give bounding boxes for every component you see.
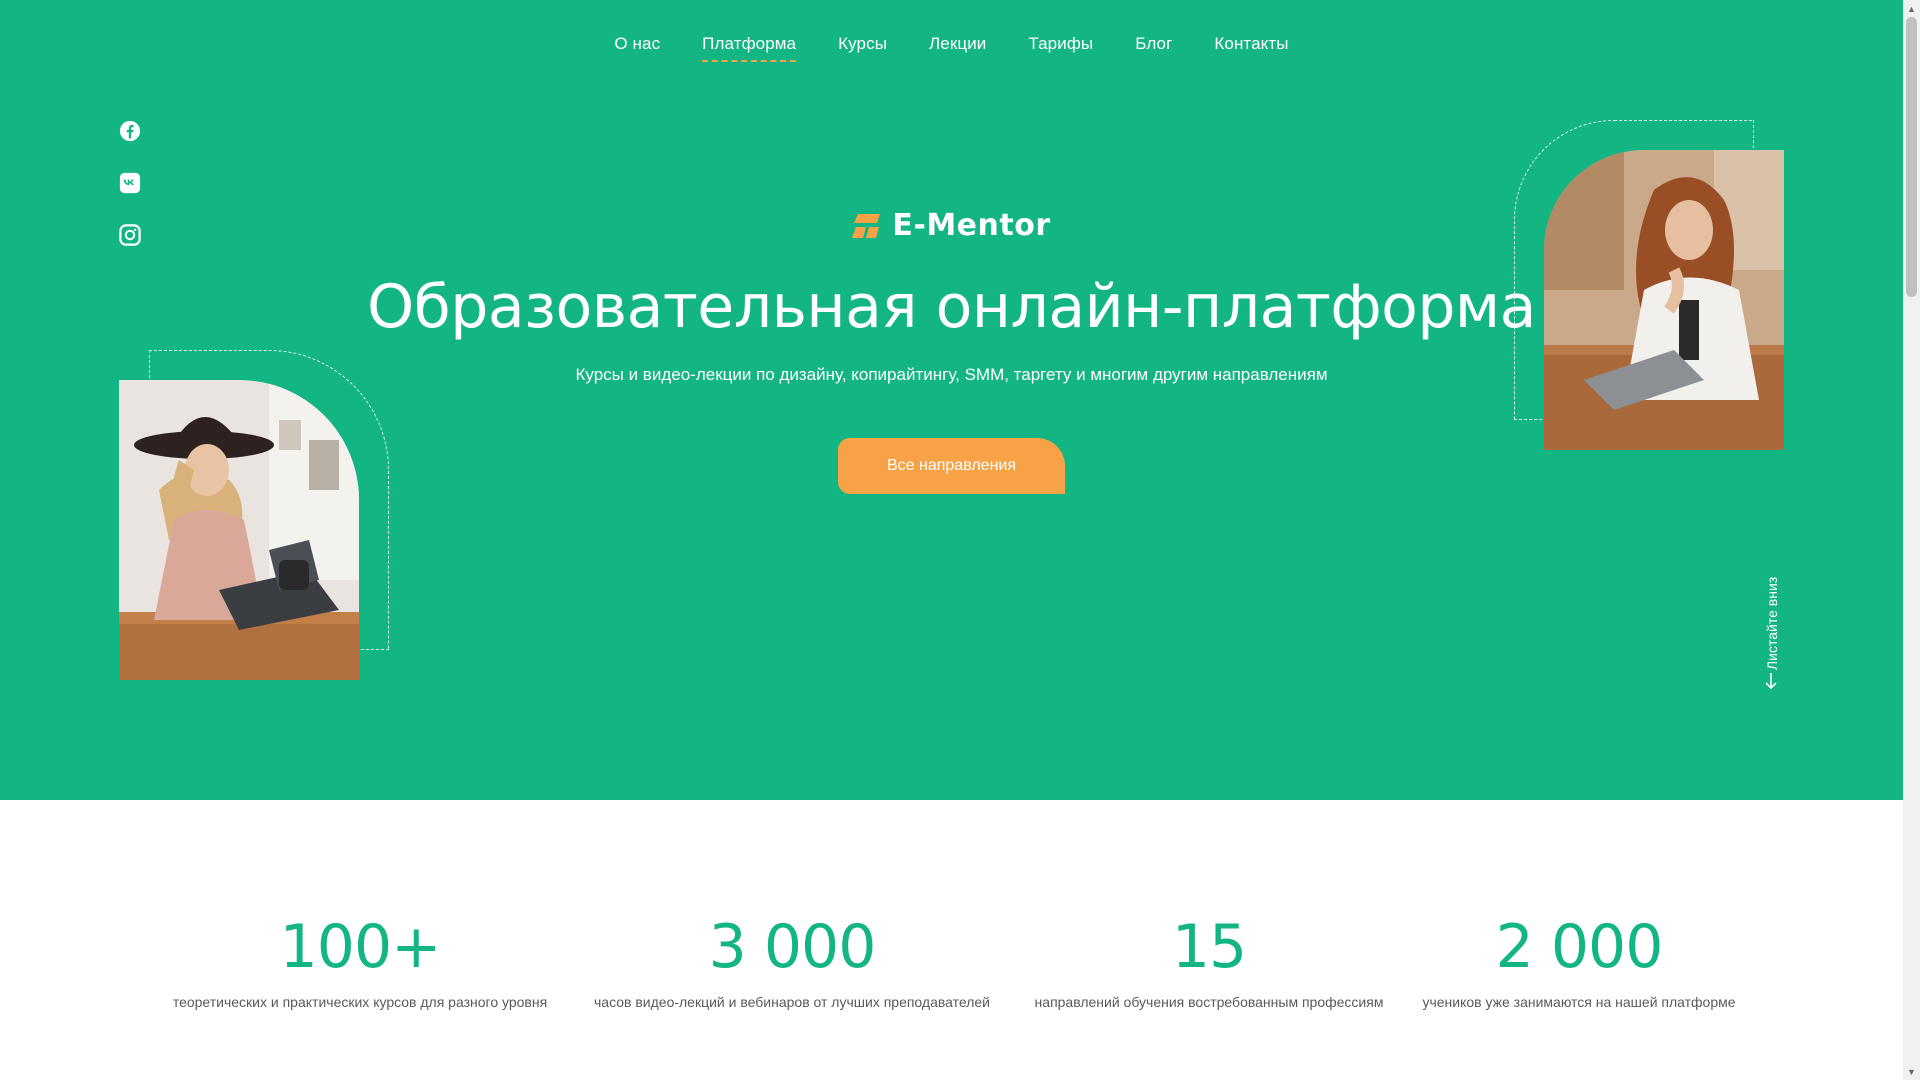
scrollbar-thumb[interactable] — [1906, 17, 1917, 297]
nav-item-contacts[interactable]: Контакты — [1214, 34, 1288, 60]
student-photo-right — [1544, 150, 1784, 450]
stat-item: 2 000 учеников уже занимаются на нашей п… — [1418, 910, 1740, 1010]
hero-section: О нас Платформа Курсы Лекции Тарифы Блог… — [0, 0, 1903, 800]
stat-item: 3 000 часов видео-лекций и вебинаров от … — [586, 910, 998, 1010]
page-scrollbar[interactable]: ▲ ▼ — [1903, 0, 1920, 1080]
stat-item: 15 направлений обучения востребованным п… — [1026, 910, 1392, 1010]
stat-label: учеников уже занимаются на нашей платфор… — [1422, 994, 1736, 1010]
stat-value: 100+ — [279, 912, 442, 982]
scroll-up-icon[interactable]: ▲ — [1903, 0, 1920, 17]
nav-item-lectures[interactable]: Лекции — [929, 34, 986, 60]
stats-section: 100+ теоретических и практических курсов… — [0, 910, 1903, 1020]
stat-label: теоретических и практических курсов для … — [172, 994, 548, 1010]
scroll-down-hint[interactable]: Листайте вниз — [1762, 568, 1786, 692]
stat-value: 2 000 — [1495, 912, 1664, 982]
stat-value: 3 000 — [708, 912, 877, 982]
vk-icon[interactable] — [118, 171, 142, 195]
stat-item: 100+ теоретических и практических курсов… — [160, 910, 560, 1010]
nav-item-platform[interactable]: Платформа — [702, 34, 797, 62]
arrow-down-icon — [1764, 672, 1780, 692]
stat-label: часов видео-лекций и вебинаров от лучших… — [594, 994, 990, 1010]
stat-label: направлений обучения востребованным проф… — [1034, 994, 1384, 1010]
nav-item-about[interactable]: О нас — [614, 34, 660, 60]
stat-value: 15 — [1171, 912, 1247, 982]
nav-item-pricing[interactable]: Тарифы — [1028, 34, 1093, 60]
scroll-down-icon[interactable]: ▼ — [1903, 1063, 1920, 1080]
main-nav: О нас Платформа Курсы Лекции Тарифы Блог… — [0, 34, 1903, 62]
nav-item-blog[interactable]: Блог — [1135, 34, 1172, 60]
student-photo-left — [119, 380, 359, 680]
logo-mark-icon — [852, 213, 882, 238]
brand-name: E-Mentor — [892, 208, 1051, 243]
all-directions-button[interactable]: Все направления — [838, 438, 1065, 494]
facebook-icon[interactable] — [118, 119, 142, 143]
nav-item-courses[interactable]: Курсы — [838, 34, 887, 60]
